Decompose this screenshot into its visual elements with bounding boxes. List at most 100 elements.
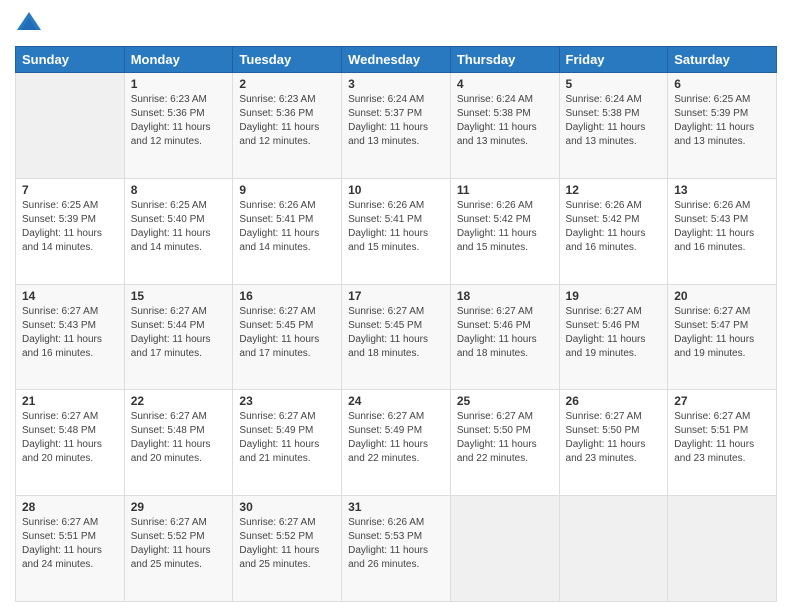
calendar-header-monday: Monday	[124, 47, 233, 73]
calendar-header-thursday: Thursday	[450, 47, 559, 73]
header	[15, 10, 777, 38]
calendar-cell: 12 Sunrise: 6:26 AM Sunset: 5:42 PM Dayli…	[559, 178, 668, 284]
calendar-cell: 22 Sunrise: 6:27 AM Sunset: 5:48 PM Dayli…	[124, 390, 233, 496]
day-info: Sunrise: 6:27 AM Sunset: 5:52 PM Dayligh…	[239, 516, 335, 572]
calendar-cell: 26 Sunrise: 6:27 AM Sunset: 5:50 PM Dayli…	[559, 390, 668, 496]
calendar-cell	[450, 496, 559, 602]
calendar-cell: 16Sunrise: 6:27 AM Sunset: 5:45 PM Dayli…	[233, 284, 342, 390]
day-number: 17	[348, 289, 444, 303]
calendar-cell: 8 Sunrise: 6:25 AM Sunset: 5:40 PM Daylig…	[124, 178, 233, 284]
day-info: Sunrise: 6:27 AM Sunset: 5:46 PM Dayligh…	[457, 305, 553, 361]
calendar-cell: 15Sunrise: 6:27 AM Sunset: 5:44 PM Dayli…	[124, 284, 233, 390]
calendar-week-row: 14 Sunrise: 6:27 AM Sunset: 5:43 PM Dayli…	[16, 284, 777, 390]
calendar-cell: 14 Sunrise: 6:27 AM Sunset: 5:43 PM Dayli…	[16, 284, 125, 390]
day-info: Sunrise: 6:25 AM Sunset: 5:40 PM Dayligh…	[131, 199, 227, 255]
day-number: 22	[131, 394, 227, 408]
day-number: 21	[22, 394, 118, 408]
day-info: Sunrise: 6:27 AM Sunset: 5:51 PM Dayligh…	[674, 410, 770, 466]
day-number: 5	[566, 77, 662, 91]
calendar-cell: 13 Sunrise: 6:26 AM Sunset: 5:43 PM Dayli…	[668, 178, 777, 284]
calendar-cell: 23 Sunrise: 6:27 AM Sunset: 5:49 PM Dayli…	[233, 390, 342, 496]
calendar-week-row: 1Sunrise: 6:23 AM Sunset: 5:36 PM Daylig…	[16, 73, 777, 179]
calendar-cell: 11 Sunrise: 6:26 AM Sunset: 5:42 PM Dayli…	[450, 178, 559, 284]
day-info: Sunrise: 6:26 AM Sunset: 5:41 PM Dayligh…	[348, 199, 444, 255]
calendar-header-saturday: Saturday	[668, 47, 777, 73]
calendar-cell: 31Sunrise: 6:26 AM Sunset: 5:53 PM Dayli…	[342, 496, 451, 602]
day-number: 19	[566, 289, 662, 303]
calendar-week-row: 21 Sunrise: 6:27 AM Sunset: 5:48 PM Dayli…	[16, 390, 777, 496]
day-number: 9	[239, 183, 335, 197]
day-number: 23	[239, 394, 335, 408]
calendar-cell: 21 Sunrise: 6:27 AM Sunset: 5:48 PM Dayli…	[16, 390, 125, 496]
day-number: 2	[239, 77, 335, 91]
calendar-cell: 10 Sunrise: 6:26 AM Sunset: 5:41 PM Dayli…	[342, 178, 451, 284]
day-number: 8	[131, 183, 227, 197]
calendar-cell	[559, 496, 668, 602]
day-info: Sunrise: 6:27 AM Sunset: 5:51 PM Dayligh…	[22, 516, 118, 572]
day-info: Sunrise: 6:27 AM Sunset: 5:47 PM Dayligh…	[674, 305, 770, 361]
day-number: 1	[131, 77, 227, 91]
day-info: Sunrise: 6:27 AM Sunset: 5:45 PM Dayligh…	[348, 305, 444, 361]
day-number: 12	[566, 183, 662, 197]
day-info: Sunrise: 6:27 AM Sunset: 5:50 PM Dayligh…	[566, 410, 662, 466]
day-info: Sunrise: 6:26 AM Sunset: 5:41 PM Dayligh…	[239, 199, 335, 255]
day-number: 30	[239, 500, 335, 514]
day-info: Sunrise: 6:25 AM Sunset: 5:39 PM Dayligh…	[674, 93, 770, 149]
day-number: 3	[348, 77, 444, 91]
day-info: Sunrise: 6:27 AM Sunset: 5:49 PM Dayligh…	[239, 410, 335, 466]
day-number: 11	[457, 183, 553, 197]
calendar-header-row: SundayMondayTuesdayWednesdayThursdayFrid…	[16, 47, 777, 73]
day-info: Sunrise: 6:26 AM Sunset: 5:42 PM Dayligh…	[566, 199, 662, 255]
calendar-cell: 28Sunrise: 6:27 AM Sunset: 5:51 PM Dayli…	[16, 496, 125, 602]
day-info: Sunrise: 6:27 AM Sunset: 5:49 PM Dayligh…	[348, 410, 444, 466]
calendar-cell	[668, 496, 777, 602]
day-info: Sunrise: 6:24 AM Sunset: 5:38 PM Dayligh…	[457, 93, 553, 149]
calendar-header-friday: Friday	[559, 47, 668, 73]
calendar-cell: 2Sunrise: 6:23 AM Sunset: 5:36 PM Daylig…	[233, 73, 342, 179]
calendar-cell: 25Sunrise: 6:27 AM Sunset: 5:50 PM Dayli…	[450, 390, 559, 496]
day-info: Sunrise: 6:25 AM Sunset: 5:39 PM Dayligh…	[22, 199, 118, 255]
calendar-cell: 3 Sunrise: 6:24 AM Sunset: 5:37 PM Daylig…	[342, 73, 451, 179]
day-number: 7	[22, 183, 118, 197]
calendar-week-row: 28Sunrise: 6:27 AM Sunset: 5:51 PM Dayli…	[16, 496, 777, 602]
day-info: Sunrise: 6:24 AM Sunset: 5:37 PM Dayligh…	[348, 93, 444, 149]
day-number: 24	[348, 394, 444, 408]
calendar-cell: 24 Sunrise: 6:27 AM Sunset: 5:49 PM Dayli…	[342, 390, 451, 496]
calendar-cell: 4Sunrise: 6:24 AM Sunset: 5:38 PM Daylig…	[450, 73, 559, 179]
day-info: Sunrise: 6:26 AM Sunset: 5:53 PM Dayligh…	[348, 516, 444, 572]
calendar-cell: 17 Sunrise: 6:27 AM Sunset: 5:45 PM Dayli…	[342, 284, 451, 390]
day-number: 18	[457, 289, 553, 303]
day-info: Sunrise: 6:27 AM Sunset: 5:43 PM Dayligh…	[22, 305, 118, 361]
calendar-cell: 9 Sunrise: 6:26 AM Sunset: 5:41 PM Daylig…	[233, 178, 342, 284]
calendar-cell: 19 Sunrise: 6:27 AM Sunset: 5:46 PM Dayli…	[559, 284, 668, 390]
day-number: 26	[566, 394, 662, 408]
day-info: Sunrise: 6:27 AM Sunset: 5:46 PM Dayligh…	[566, 305, 662, 361]
calendar-cell: 27 Sunrise: 6:27 AM Sunset: 5:51 PM Dayli…	[668, 390, 777, 496]
day-number: 25	[457, 394, 553, 408]
calendar-cell: 1Sunrise: 6:23 AM Sunset: 5:36 PM Daylig…	[124, 73, 233, 179]
day-info: Sunrise: 6:27 AM Sunset: 5:52 PM Dayligh…	[131, 516, 227, 572]
logo-icon	[15, 10, 43, 38]
day-info: Sunrise: 6:24 AM Sunset: 5:38 PM Dayligh…	[566, 93, 662, 149]
calendar-cell: 29 Sunrise: 6:27 AM Sunset: 5:52 PM Dayli…	[124, 496, 233, 602]
calendar-cell: 20Sunrise: 6:27 AM Sunset: 5:47 PM Dayli…	[668, 284, 777, 390]
calendar-cell: 5 Sunrise: 6:24 AM Sunset: 5:38 PM Daylig…	[559, 73, 668, 179]
day-info: Sunrise: 6:27 AM Sunset: 5:48 PM Dayligh…	[22, 410, 118, 466]
calendar-week-row: 7 Sunrise: 6:25 AM Sunset: 5:39 PM Daylig…	[16, 178, 777, 284]
day-info: Sunrise: 6:26 AM Sunset: 5:42 PM Dayligh…	[457, 199, 553, 255]
day-number: 10	[348, 183, 444, 197]
calendar-header-wednesday: Wednesday	[342, 47, 451, 73]
page: SundayMondayTuesdayWednesdayThursdayFrid…	[0, 0, 792, 612]
calendar-cell: 6 Sunrise: 6:25 AM Sunset: 5:39 PM Daylig…	[668, 73, 777, 179]
day-number: 14	[22, 289, 118, 303]
day-number: 27	[674, 394, 770, 408]
day-number: 13	[674, 183, 770, 197]
day-info: Sunrise: 6:27 AM Sunset: 5:44 PM Dayligh…	[131, 305, 227, 361]
day-info: Sunrise: 6:27 AM Sunset: 5:48 PM Dayligh…	[131, 410, 227, 466]
day-info: Sunrise: 6:26 AM Sunset: 5:43 PM Dayligh…	[674, 199, 770, 255]
day-number: 6	[674, 77, 770, 91]
logo	[15, 10, 47, 38]
day-number: 29	[131, 500, 227, 514]
calendar-header-sunday: Sunday	[16, 47, 125, 73]
day-number: 16	[239, 289, 335, 303]
